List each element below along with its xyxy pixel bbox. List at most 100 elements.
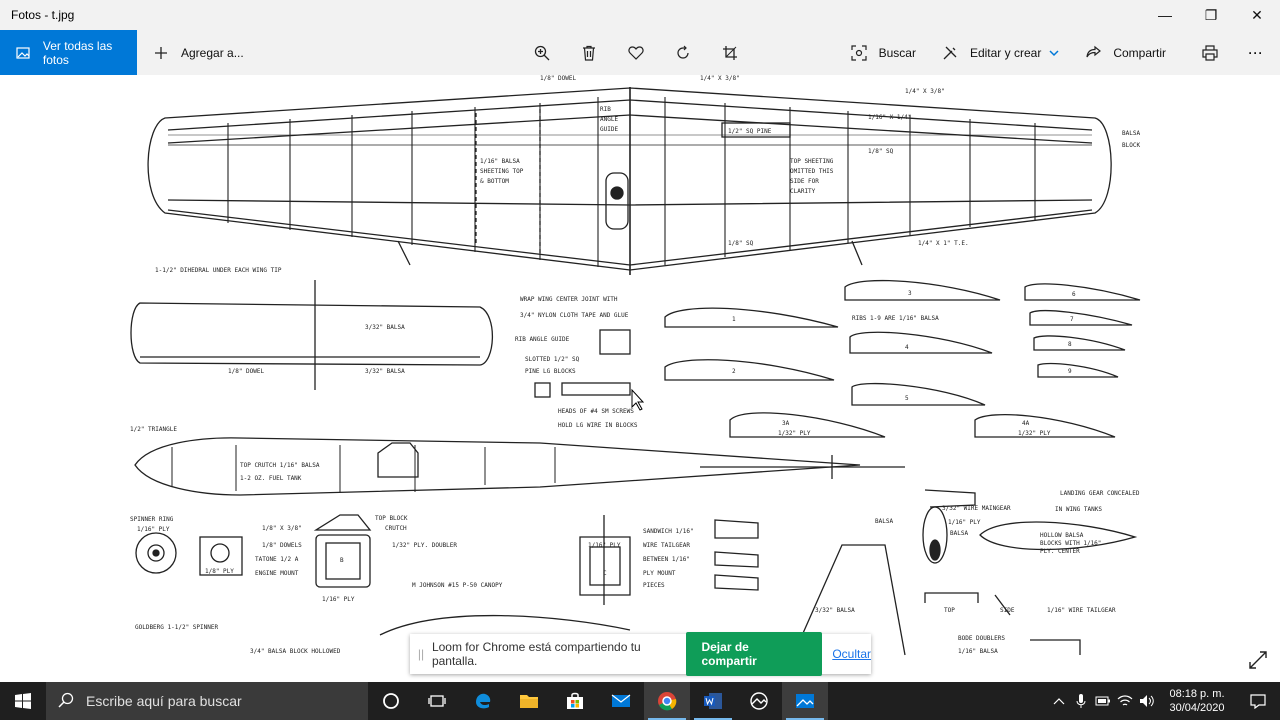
bp-engine-mount: ENGINE MOUNT [255,570,299,577]
bp-rib-9: 9 [1068,368,1072,375]
more-options-button[interactable]: ··· [1244,41,1268,65]
rotate-icon[interactable] [671,41,695,65]
bp-hollow-3: PLY. CENTER [1040,548,1080,555]
bp-tailgear: 1/16" WIRE TAILGEAR [1047,607,1116,614]
bp-b-label: B [340,557,344,564]
bp-pine: 1/2" SQ PINE [728,128,772,135]
volume-icon[interactable] [1136,694,1158,708]
zoom-icon[interactable] [530,41,554,65]
right-tools: Buscar Editar y crear Compartir ··· [847,30,1268,75]
bp-sq-2: 1/8" SQ [868,148,894,155]
bp-sheet-1: 1/16" BALSA [480,158,520,165]
drag-handle[interactable]: || [410,647,432,661]
bp-goldberg: GOLDBERG 1-1/2" SPINNER [135,624,218,631]
taskbar-search[interactable]: Escribe aquí para buscar [46,682,368,720]
print-icon[interactable] [1198,41,1222,65]
bp-rib-3a-ply: 1/32" PLY [778,430,811,437]
bp-rib-2: 2 [732,368,736,375]
bp-wrap-1: WRAP WING CENTER JOINT WITH [520,296,618,303]
wifi-icon[interactable] [1114,694,1136,708]
notification-icon[interactable] [1236,693,1280,709]
loom-share-bar: || Loom for Chrome está compartiendo tu … [410,632,871,676]
bp-balsa-3-32b: 3/32" BALSA [365,368,405,375]
bp-rib-6: 6 [1072,291,1076,298]
share-label: Compartir [1113,45,1166,60]
bp-slotted-1: SLOTTED 1/2" SQ [525,356,580,363]
chrome-icon[interactable] [644,682,690,720]
cortana-icon[interactable] [368,682,414,720]
search-icon [58,692,74,711]
add-to-button[interactable]: Agregar a... [149,41,244,65]
start-button[interactable] [0,682,46,720]
bp-top-sheet-1: TOP SHEETING [790,158,834,165]
search-button[interactable]: Buscar [847,41,916,65]
bp-spinner-ply: 1/16" PLY [137,526,170,533]
photos-toolbar: Ver todas las fotos Agregar a... Buscar [0,30,1280,75]
bp-sandwich-1: SANDWICH 1/16" [643,528,694,535]
bp-balsa-b: BALSA [950,530,968,537]
bp-sandwich-5: PIECES [643,582,665,589]
bp-ply-doubler: 1/32" PLY. DOUBLER [392,542,457,549]
window-title: Fotos - t.jpg [11,8,75,22]
edit-create-label: Editar y crear [969,45,1042,60]
close-button[interactable]: ✕ [1234,0,1280,30]
store-icon[interactable] [552,682,598,720]
battery-icon[interactable] [1092,696,1114,706]
bp-crutch-2: CRUTCH [385,525,407,532]
image-tools [530,30,742,75]
bp-balsa-3-32: 3/32" BALSA [365,324,405,331]
minimize-button[interactable]: — [1142,0,1188,30]
bp-sq-3: 1/8" SQ [728,240,754,247]
bp-ply-1-8: 1/8" PLY [205,568,234,575]
bp-heads-1: HEADS OF #4 SM SCREWS [558,408,634,415]
bp-rib-1: 1 [732,316,736,323]
bp-spinner-ring: SPINNER RING [130,516,174,523]
expand-icon[interactable] [1248,650,1268,670]
title-bar: Fotos - t.jpg — ❐ ✕ [0,0,1280,30]
bp-te: 1/4" X 1" T.E. [918,240,969,247]
bp-landing-1: LANDING GEAR CONCEALED [1060,490,1140,497]
microphone-icon[interactable] [1070,693,1092,709]
bp-rib-guide: RIB ANGLE GUIDE [515,336,570,343]
windows-icon [15,693,31,709]
bp-sq-1-16: 1/16" X 1/4" [868,114,911,121]
photos-app-icon[interactable] [736,682,782,720]
mail-icon[interactable] [598,682,644,720]
bp-balsa-block-2: BLOCK [1122,142,1140,149]
task-view-icon[interactable] [414,682,460,720]
bp-rib-angle-2: ANGLE [600,116,618,123]
restore-button[interactable]: ❐ [1188,0,1234,30]
add-to-label: Agregar a... [181,45,244,60]
photo-viewer[interactable]: 1/8" DOWEL 1/4" X 3/8" 1/4" X 3/8" BALSA… [0,75,1280,682]
all-photos-button[interactable]: Ver todas las fotos [0,30,137,75]
word-icon[interactable] [690,682,736,720]
bp-rib-3a: 3A [782,420,790,427]
stop-sharing-button[interactable]: Dejar de compartir [686,632,823,676]
hide-link[interactable]: Ocultar [832,647,871,661]
bp-sheet-3: & BOTTOM [480,178,509,185]
bp-top-sheet-3: SIDE FOR [790,178,819,185]
clock[interactable]: 08:18 p. m. 30/04/2020 [1158,687,1236,715]
mouse-cursor [631,388,645,411]
delete-icon[interactable] [577,41,601,65]
file-explorer-icon[interactable] [506,682,552,720]
heart-icon[interactable] [624,41,648,65]
photos-active-icon[interactable] [782,682,828,720]
edge-icon[interactable] [460,682,506,720]
bp-crutch: TOP CRUTCH 1/16" BALSA [240,462,320,469]
bp-landing-2: IN WING TANKS [1055,506,1102,513]
bp-wrap-2: 3/4" NYLON CLOTH TAPE AND GLUE [520,312,629,319]
blueprint-image: 1/8" DOWEL 1/4" X 3/8" 1/4" X 3/8" BALSA… [130,75,1140,656]
bp-top-block: TOP BLOCK [375,515,408,522]
chevron-up-icon[interactable] [1048,696,1070,706]
share-button[interactable]: Compartir [1081,41,1166,65]
search-placeholder: Escribe aquí para buscar [86,693,242,709]
bp-balsa-3-32c: 3/32" BALSA [815,607,855,614]
edit-create-button[interactable]: Editar y crear [938,41,1059,65]
crop-icon[interactable] [718,41,742,65]
bp-x3-8: 1/8" X 3/8" [262,525,302,532]
bp-ply-c: 1/16" PLY [588,542,621,549]
bp-johnson: M JOHNSON #15 P-50 CANOPY [412,582,503,589]
bp-ply-1-16: 1/16" PLY [322,596,355,603]
bp-ply-1-16b: 1/16" PLY [948,519,981,526]
